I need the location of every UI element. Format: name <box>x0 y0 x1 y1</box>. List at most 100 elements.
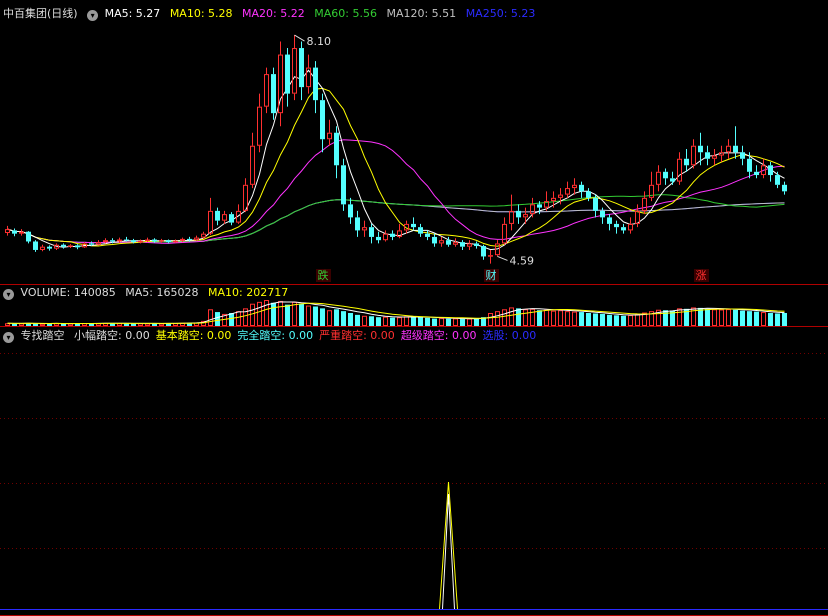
event-badge-2[interactable]: 涨 <box>693 269 709 282</box>
volume-bar <box>12 323 17 326</box>
candle-body <box>229 214 234 223</box>
volume-bar <box>341 311 346 326</box>
candle-body <box>439 240 444 244</box>
candle-down <box>61 243 66 249</box>
candle-body <box>208 210 213 234</box>
candle-down <box>607 214 612 231</box>
candle-up <box>628 217 633 234</box>
candle-up <box>278 41 283 127</box>
candle-up <box>201 231 206 239</box>
volume-bar <box>719 309 724 327</box>
candle-down <box>593 194 598 218</box>
candle-up <box>250 132 255 189</box>
candle-down <box>418 223 423 237</box>
event-badge-0[interactable]: 跌 <box>315 269 331 282</box>
candle-down <box>768 162 773 182</box>
volume-bar <box>355 314 360 326</box>
kline-chart[interactable]: 8.10 4.59 <box>0 0 828 616</box>
event-badge-1[interactable]: 财 <box>483 269 499 282</box>
volume-bar <box>495 311 500 326</box>
candle-body <box>152 239 157 242</box>
candle-body <box>411 223 416 228</box>
candle-body <box>663 171 668 179</box>
candle-body <box>299 48 304 88</box>
high-price-label: 8.10 <box>307 35 332 48</box>
candle-body <box>502 223 507 244</box>
candle-body <box>614 223 619 228</box>
candle-down <box>299 41 304 101</box>
candle-down <box>481 244 486 260</box>
candle-down <box>425 230 430 241</box>
candle-body <box>187 238 192 241</box>
candle-body <box>166 240 171 243</box>
candle-body <box>579 184 584 192</box>
volume-bar <box>558 310 563 327</box>
volume-bar <box>250 303 255 327</box>
volume-bar <box>712 309 717 326</box>
candle-body <box>656 171 661 185</box>
volume-bar <box>299 303 304 326</box>
candle-body <box>334 132 339 166</box>
candle-body <box>376 236 381 241</box>
volume-bar <box>145 323 150 327</box>
candle-down <box>320 93 325 153</box>
volume-bar <box>397 317 402 326</box>
candle-body <box>733 145 738 153</box>
candle-body <box>264 74 269 107</box>
volume-bar <box>404 316 409 326</box>
indicator-name[interactable]: 专找踏空 <box>21 329 65 342</box>
volume-bar <box>306 305 311 327</box>
candle-body <box>355 217 360 231</box>
candle-up <box>397 223 402 239</box>
volume-toggle-icon[interactable]: ▾ <box>3 289 14 300</box>
volume-bar <box>516 308 521 326</box>
candle-down <box>376 231 381 244</box>
candle-up <box>530 197 535 218</box>
candle-body <box>572 184 577 189</box>
candle-body <box>747 158 752 172</box>
volume-bar <box>754 311 759 326</box>
candle-body <box>194 237 199 241</box>
candle-down <box>614 220 619 234</box>
candle-body <box>670 178 675 182</box>
volume-bar <box>5 323 10 327</box>
volume-bar <box>313 306 318 326</box>
volume-bar <box>565 311 570 326</box>
volume-bar <box>383 316 388 327</box>
candle-body <box>61 244 66 247</box>
volume-bar <box>418 317 423 326</box>
volume-bar <box>432 318 437 326</box>
candle-body <box>537 204 542 208</box>
indicator-item-5: 选股: 0.00 <box>482 329 537 342</box>
candle-down <box>516 204 521 224</box>
ma250-line <box>7 199 785 244</box>
candle-body <box>68 245 73 247</box>
candle-down <box>285 48 290 107</box>
volume-bar <box>551 310 556 326</box>
candle-body <box>775 175 780 185</box>
candle-body <box>390 233 395 237</box>
volume-bar <box>740 310 745 326</box>
candle-body <box>201 233 206 238</box>
volume-bar <box>593 313 598 326</box>
volume-bar <box>159 323 164 327</box>
candle-body <box>19 231 24 234</box>
stock-name[interactable]: 中百集团(日线) <box>3 7 78 20</box>
candle-up <box>677 152 682 185</box>
candle-up <box>362 220 367 237</box>
indicator-toggle-icon[interactable]: ▾ <box>3 332 14 343</box>
candle-body <box>558 194 563 198</box>
candle-body <box>124 239 129 241</box>
volume-ma5-value: MA5: 165028 <box>125 286 199 299</box>
candle-up <box>761 158 766 179</box>
candle-down <box>334 126 339 179</box>
candle-down <box>26 231 31 244</box>
candle-body <box>642 197 647 211</box>
candle-body <box>628 223 633 231</box>
indicator-item-0: 小幅踏空: 0.00 <box>74 329 150 342</box>
indicator-legend: ▾ 专找踏空 小幅踏空: 0.00 基本踏空: 0.00 完全踏空: 0.00 严重踏… <box>3 328 548 344</box>
ma20-line <box>7 139 785 244</box>
settings-toggle-icon[interactable]: ▾ <box>87 10 99 21</box>
volume-bar <box>348 313 353 326</box>
candle-body <box>523 214 528 218</box>
